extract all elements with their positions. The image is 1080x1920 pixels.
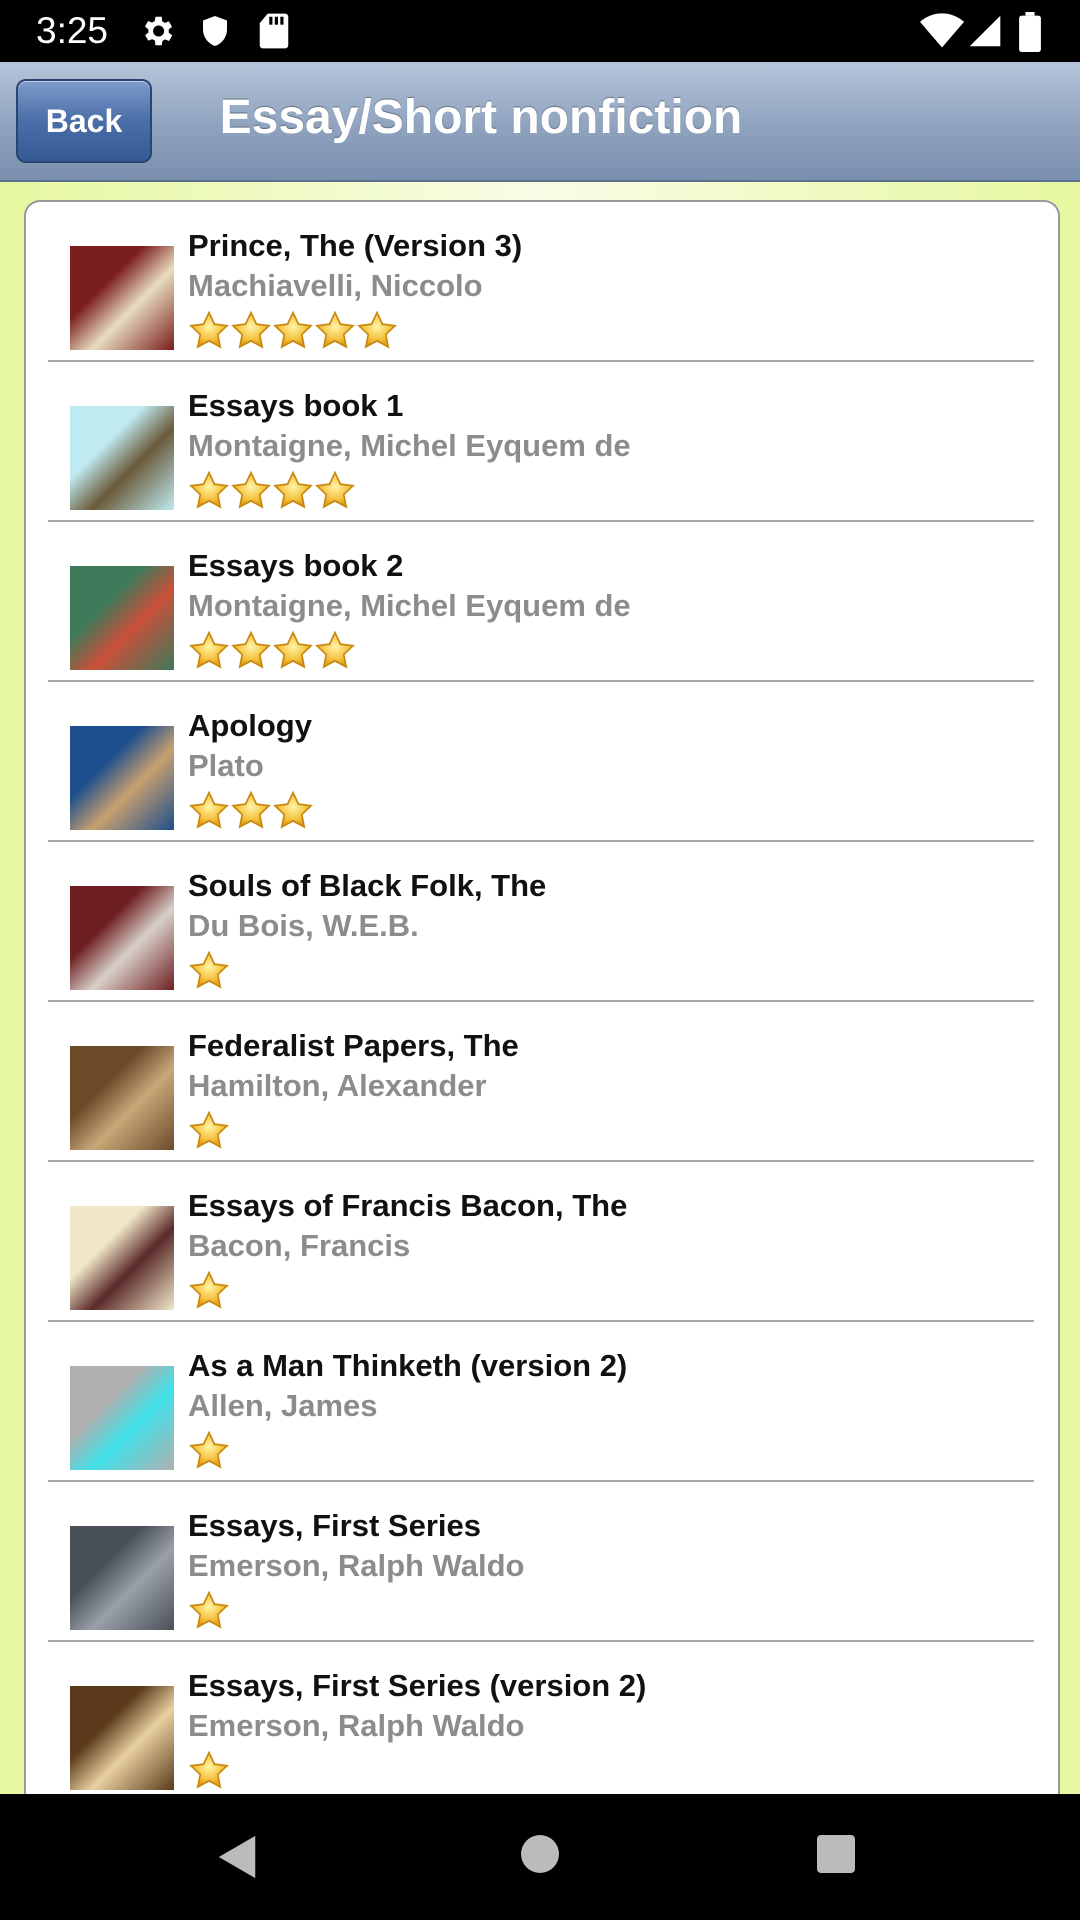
book-title: Apology xyxy=(188,708,312,743)
list-item[interactable]: Federalist Papers, The Hamilton, Alexande… xyxy=(48,1002,1034,1162)
book-author: Hamilton, Alexander xyxy=(188,1068,487,1103)
navigation-bar xyxy=(0,1794,1080,1920)
shield-icon xyxy=(203,16,227,46)
star-icon xyxy=(188,1270,230,1312)
book-author: Machiavelli, Niccolo xyxy=(188,268,483,303)
page-title-text: Essay/Short nonfiction xyxy=(219,91,743,144)
book-list: Prince, The (Version 3) Machiavelli, Nicc… xyxy=(24,200,1060,1802)
page-title: Essay/Short nonfiction xyxy=(0,90,1080,145)
book-cover-image xyxy=(70,406,174,510)
rating-stars xyxy=(188,1750,230,1792)
list-item[interactable]: Apology Plato xyxy=(48,682,1034,842)
list-item[interactable]: Essays book 1 Montaigne, Michel Eyquem de xyxy=(48,362,1034,522)
rating-stars xyxy=(188,630,356,672)
star-icon xyxy=(188,310,230,352)
star-icon xyxy=(188,790,230,832)
book-title: Essays book 1 xyxy=(188,388,404,423)
star-icon xyxy=(356,310,398,352)
book-title: Essays of Francis Bacon, The xyxy=(188,1188,628,1223)
star-icon xyxy=(314,470,356,512)
star-icon xyxy=(188,1110,230,1152)
book-cover-image xyxy=(70,246,174,350)
star-icon xyxy=(314,310,356,352)
list-item[interactable]: Prince, The (Version 3) Machiavelli, Nicc… xyxy=(48,202,1034,362)
header-bar: Back Essay/Short nonfiction xyxy=(0,62,1080,182)
star-icon xyxy=(230,790,272,832)
book-author: Montaigne, Michel Eyquem de xyxy=(188,428,631,463)
star-icon xyxy=(314,630,356,672)
book-cover-image xyxy=(70,726,174,830)
star-icon xyxy=(272,470,314,512)
book-author: Allen, James xyxy=(188,1388,378,1423)
status-bar: 3:25 xyxy=(0,0,1080,62)
rating-stars xyxy=(188,310,398,352)
book-author: Du Bois, W.E.B. xyxy=(188,908,419,943)
book-title: As a Man Thinketh (version 2) xyxy=(188,1348,628,1383)
settings-gear-icon xyxy=(144,16,173,46)
book-author: Emerson, Ralph Waldo xyxy=(188,1548,525,1583)
list-item[interactable]: As a Man Thinketh (version 2) Allen, Jame… xyxy=(48,1322,1034,1482)
star-icon xyxy=(230,310,272,352)
back-triangle-icon[interactable] xyxy=(216,1834,260,1880)
book-author: Bacon, Francis xyxy=(188,1228,411,1263)
book-title: Prince, The (Version 3) xyxy=(188,228,523,263)
star-icon xyxy=(188,1750,230,1792)
recents-square-icon[interactable] xyxy=(816,1834,856,1874)
book-title: Essays, First Series (version 2) xyxy=(188,1668,647,1703)
book-author: Emerson, Ralph Waldo xyxy=(188,1708,525,1743)
star-icon xyxy=(230,470,272,512)
star-icon xyxy=(272,790,314,832)
star-icon xyxy=(188,1430,230,1472)
rating-stars xyxy=(188,950,230,992)
book-author: Montaigne, Michel Eyquem de xyxy=(188,588,631,623)
list-item[interactable]: Essays of Francis Bacon, The Bacon, Franc… xyxy=(48,1162,1034,1322)
book-title: Essays book 2 xyxy=(188,548,404,583)
book-title: Essays, First Series xyxy=(188,1508,481,1543)
book-title: Souls of Black Folk, The xyxy=(188,868,547,903)
book-title: Federalist Papers, The xyxy=(188,1028,519,1063)
status-time: 3:25 xyxy=(36,10,109,51)
list-item[interactable]: Essays, First Series Emerson, Ralph Waldo xyxy=(48,1482,1034,1642)
wifi-icon xyxy=(920,13,964,48)
sd-card-icon xyxy=(259,13,289,49)
list-item[interactable]: Essays book 2 Montaigne, Michel Eyquem de xyxy=(48,522,1034,682)
list-item[interactable]: Souls of Black Folk, The Du Bois, W.E.B. xyxy=(48,842,1034,1002)
book-cover-image xyxy=(70,1526,174,1630)
star-icon xyxy=(188,630,230,672)
signal-icon xyxy=(969,15,1001,47)
book-cover-image xyxy=(70,1366,174,1470)
book-cover-image xyxy=(70,886,174,990)
book-author: Plato xyxy=(188,748,264,783)
star-icon xyxy=(272,310,314,352)
battery-icon xyxy=(1019,12,1041,52)
book-cover-image xyxy=(70,1046,174,1150)
star-icon xyxy=(188,1590,230,1632)
book-cover-image xyxy=(70,566,174,670)
rating-stars xyxy=(188,1110,230,1152)
rating-stars xyxy=(188,1270,230,1312)
list-item[interactable]: Essays, First Series (version 2) Emerson,… xyxy=(48,1642,1034,1802)
book-cover-image xyxy=(70,1686,174,1790)
rating-stars xyxy=(188,790,314,832)
rating-stars xyxy=(188,470,356,512)
star-icon xyxy=(230,630,272,672)
star-icon xyxy=(272,630,314,672)
star-icon xyxy=(188,470,230,512)
rating-stars xyxy=(188,1590,230,1632)
book-cover-image xyxy=(70,1206,174,1310)
rating-stars xyxy=(188,1430,230,1472)
home-circle-icon[interactable] xyxy=(520,1834,560,1874)
star-icon xyxy=(188,950,230,992)
